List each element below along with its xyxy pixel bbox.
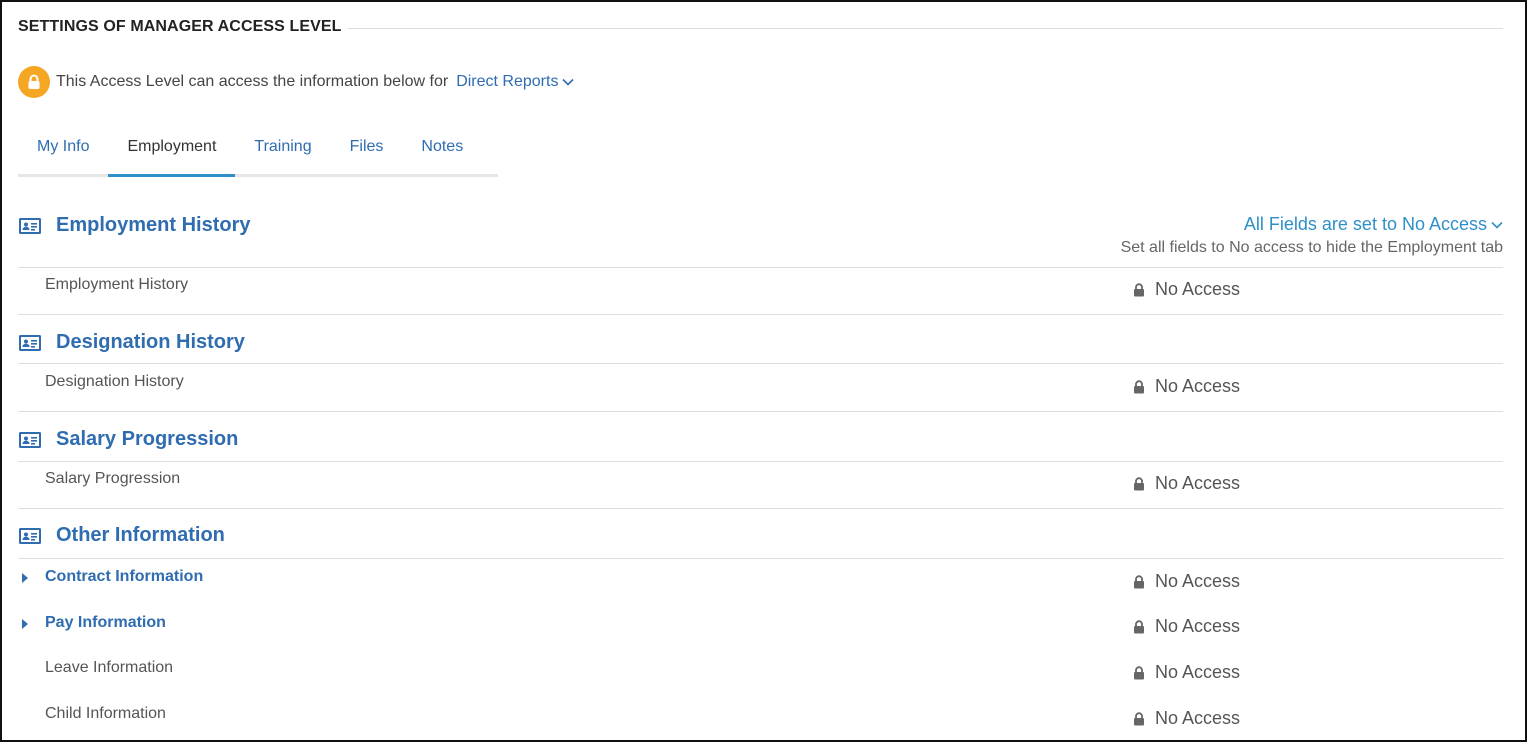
lock-icon [18,66,50,98]
id-card-icon [18,217,42,235]
access-selector[interactable]: No Access [1133,571,1240,592]
field-row: Salary Progression No Access [18,470,1503,500]
bulk-access-label: All Fields are set to No Access [1243,214,1487,234]
chevron-down-icon [562,78,575,86]
lock-icon [1133,282,1145,297]
group-label: Employment History [56,214,251,236]
id-card-icon [18,527,42,545]
tab-files[interactable]: Files [331,122,403,174]
id-card-icon [18,431,42,449]
divider [18,461,1503,462]
field-row: Designation History No Access [18,373,1503,403]
group-title: Salary Progression [18,428,238,451]
field-label[interactable]: Pay Information [45,614,166,632]
lock-icon [1133,476,1145,491]
id-card-icon [18,334,42,352]
group-title: Employment History [18,214,250,237]
page-title: SETTINGS OF MANAGER ACCESS LEVEL [18,18,352,36]
bulk-access-dropdown[interactable]: All Fields are set to No Access [1244,214,1503,235]
settings-panel: SETTINGS OF MANAGER ACCESS LEVEL This Ac… [0,0,1527,742]
lock-icon [1133,619,1145,634]
group-label: Salary Progression [56,428,239,450]
access-value: No Access [1155,571,1241,591]
field-label: Child Information [45,705,166,722]
lock-icon [1133,379,1145,394]
caret-right-icon[interactable] [21,618,29,630]
settings-header: SETTINGS OF MANAGER ACCESS LEVEL [18,18,1503,40]
divider [18,314,1503,315]
group-title: Designation History [18,331,245,354]
tab-notes[interactable]: Notes [402,122,482,174]
field-label: Employment History [45,276,189,293]
field-row: Contract Information No Access [18,568,1503,598]
scope-dropdown-label: Direct Reports [456,73,559,90]
field-label: Leave Information [45,659,174,676]
tab-training[interactable]: Training [235,122,330,174]
tab-employment[interactable]: Employment [108,122,236,177]
bulk-access-control: All Fields are set to No Access Set all … [1121,214,1503,257]
divider [18,508,1503,509]
access-selector[interactable]: No Access [1133,376,1240,397]
lock-icon [1133,711,1145,726]
access-selector[interactable]: No Access [1133,473,1240,494]
access-selector[interactable]: No Access [1133,708,1240,729]
access-value: No Access [1155,662,1241,682]
title-divider [348,28,1503,29]
divider [18,558,1503,559]
tab-my-info[interactable]: My Info [18,122,108,174]
scope-dropdown[interactable]: Direct Reports [456,73,575,91]
field-row: Child Information No Access [18,705,1503,735]
caret-right-icon[interactable] [21,572,29,584]
access-value: No Access [1155,376,1241,396]
access-selector[interactable]: No Access [1133,279,1240,300]
access-scope-row: This Access Level can access the informa… [18,66,575,98]
divider [18,363,1503,364]
bulk-access-hint: Set all fields to No access to hide the … [1120,239,1503,256]
lock-icon [1133,574,1145,589]
field-row: Pay Information No Access [18,614,1503,644]
access-value: No Access [1155,473,1241,493]
tab-bar: My Info Employment Training Files Notes [18,122,498,177]
access-value: No Access [1155,279,1241,299]
field-label: Designation History [45,373,184,390]
field-label: Salary Progression [45,470,181,487]
access-scope-text: This Access Level can access the informa… [56,73,449,90]
divider [18,267,1503,268]
group-label: Other Information [56,524,225,546]
lock-icon [1133,665,1145,680]
field-label[interactable]: Contract Information [45,568,203,586]
access-value: No Access [1155,708,1241,728]
divider [18,411,1503,412]
access-selector[interactable]: No Access [1133,662,1240,683]
chevron-down-icon [1491,221,1503,229]
group-label: Designation History [56,331,245,353]
field-row: Employment History No Access [18,276,1503,306]
field-row: Leave Information No Access [18,659,1503,689]
access-selector[interactable]: No Access [1133,616,1240,637]
access-value: No Access [1155,616,1241,636]
group-title: Other Information [18,524,225,547]
